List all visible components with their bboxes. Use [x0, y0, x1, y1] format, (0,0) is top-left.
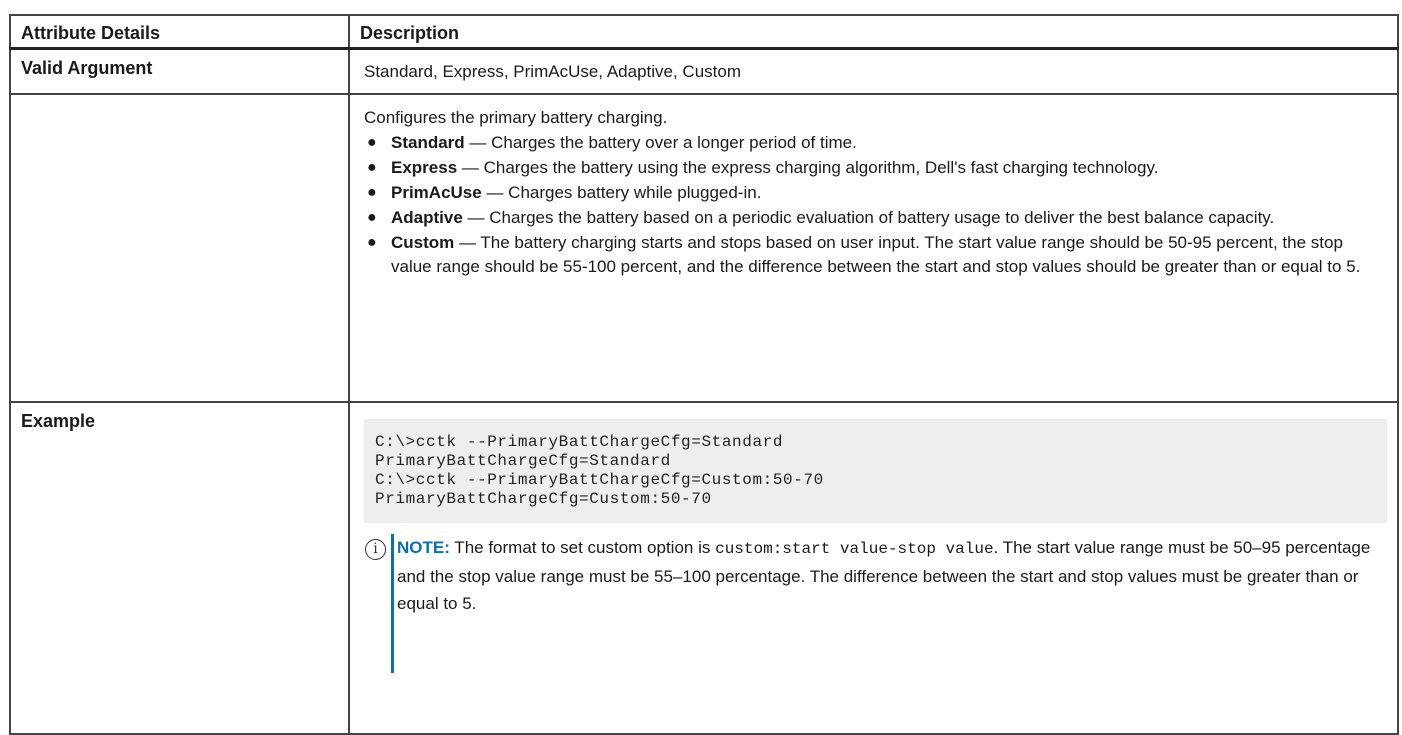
valid-argument-value: Standard, Express, PrimAcUse, Adaptive, … — [364, 61, 741, 81]
option-text: — The battery charging starts and stops … — [391, 233, 1361, 276]
bullet-icon: ● — [367, 184, 377, 201]
code-line: C:\>cctk --PrimaryBattChargeCfg=Standard — [375, 433, 784, 451]
option-text: — Charges battery while plugged-in. — [481, 183, 762, 202]
example-label: Example — [9, 401, 350, 735]
option-term: Standard — [391, 133, 465, 152]
options-list: ● Standard — Charges the battery over a l… — [364, 131, 1383, 279]
description-label-cell — [9, 93, 350, 403]
bullet-icon: ● — [367, 159, 377, 176]
valid-argument-cell: Standard, Express, PrimAcUse, Adaptive, … — [348, 47, 1399, 95]
list-item-primacuse: ● PrimAcUse — Charges battery while plugg… — [364, 181, 1383, 205]
header-description: Description — [348, 14, 1399, 50]
note-accent-bar — [391, 534, 394, 673]
option-term: Express — [391, 158, 458, 177]
attribute-table: Attribute Details Description Valid Argu… — [9, 14, 1399, 735]
valid-argument-label: Valid Argument — [9, 47, 350, 95]
note-label: NOTE: — [397, 538, 450, 557]
code-line: PrimaryBattChargeCfg=Custom:50-70 — [375, 490, 712, 508]
info-icon: i — [365, 539, 386, 560]
option-term: PrimAcUse — [391, 183, 482, 202]
code-line: PrimaryBattChargeCfg=Standard — [375, 452, 671, 470]
example-cell: C:\>cctk --PrimaryBattChargeCfg=Standard… — [348, 401, 1399, 735]
description-intro: Configures the primary battery charging. — [364, 108, 668, 127]
bullet-icon: ● — [367, 209, 377, 226]
option-term: Adaptive — [391, 208, 463, 227]
table-row-description: Configures the primary battery charging.… — [9, 93, 1399, 403]
list-item-express: ● Express — Charges the battery using the… — [364, 156, 1383, 180]
bullet-icon: ● — [367, 234, 377, 251]
bullet-icon: ● — [367, 134, 377, 151]
note-code: custom:start value-stop value — [715, 540, 994, 558]
note-box: i NOTE: The format to set custom option … — [364, 534, 1387, 673]
table-header-row: Attribute Details Description — [9, 14, 1399, 50]
code-block: C:\>cctk --PrimaryBattChargeCfg=Standard… — [364, 419, 1387, 523]
option-term: Custom — [391, 233, 455, 252]
list-item-custom: ● Custom — The battery charging starts an… — [364, 231, 1383, 279]
header-attribute-details: Attribute Details — [9, 14, 350, 50]
note-text-before: The format to set custom option is — [449, 538, 716, 557]
table-row-valid-argument: Valid Argument Standard, Express, PrimAc… — [9, 47, 1399, 95]
table-row-example: Example C:\>cctk --PrimaryBattChargeCfg=… — [9, 401, 1399, 735]
option-text: — Charges the battery based on a periodi… — [462, 208, 1275, 227]
option-text: — Charges the battery over a longer peri… — [464, 133, 857, 152]
code-line: C:\>cctk --PrimaryBattChargeCfg=Custom:5… — [375, 471, 824, 489]
option-text: — Charges the battery using the express … — [457, 158, 1159, 177]
list-item-adaptive: ● Adaptive — Charges the battery based on… — [364, 206, 1383, 230]
list-item-standard: ● Standard — Charges the battery over a l… — [364, 131, 1383, 155]
description-cell: Configures the primary battery charging.… — [348, 93, 1399, 403]
